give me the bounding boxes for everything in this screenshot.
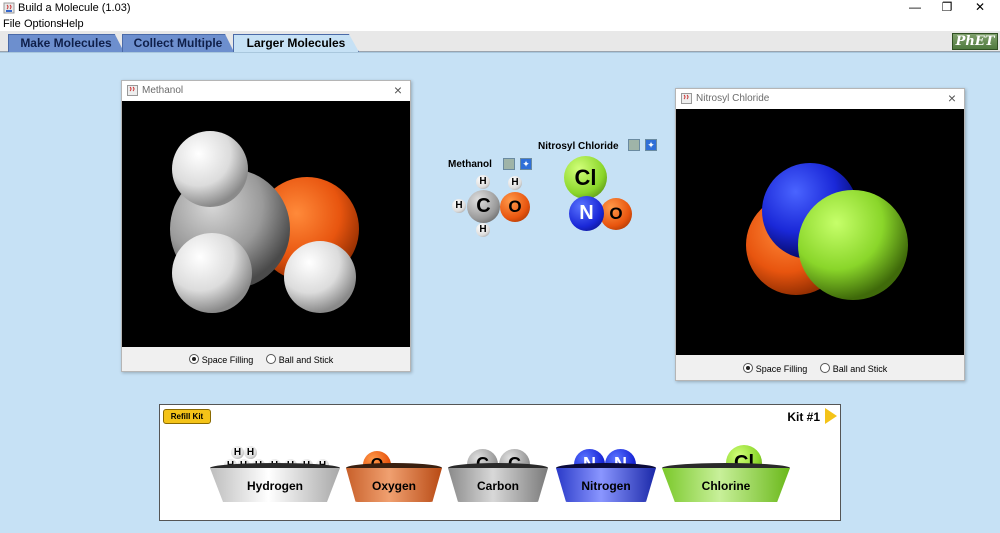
java-app-icon bbox=[3, 2, 15, 14]
carbon-bucket[interactable]: Carbon bbox=[448, 468, 548, 502]
menu-bar: File Options Help bbox=[0, 17, 1000, 31]
hydrogen-atom[interactable]: H bbox=[476, 175, 490, 189]
hydrogen-atom[interactable]: H bbox=[452, 199, 466, 213]
window-title: Build a Molecule (1.03) bbox=[18, 2, 131, 14]
close-button[interactable]: ✕ bbox=[965, 0, 995, 17]
oxygen-atom[interactable]: O bbox=[500, 192, 530, 222]
collected-methanol-label: Methanol bbox=[448, 159, 492, 170]
menu-options[interactable]: Options bbox=[24, 18, 62, 30]
show-3d-button[interactable] bbox=[628, 139, 640, 151]
phet-logo[interactable]: PhET bbox=[952, 33, 998, 50]
space-filling-radio[interactable] bbox=[742, 363, 753, 373]
minimize-button[interactable]: — bbox=[900, 0, 930, 17]
hydrogen-bucket[interactable]: Hydrogen bbox=[210, 468, 340, 502]
viewer-title: Methanol bbox=[142, 85, 184, 96]
hydrogen-atom[interactable]: H bbox=[508, 176, 522, 190]
menu-file[interactable]: File bbox=[3, 18, 21, 30]
ball-and-stick-radio[interactable] bbox=[265, 354, 276, 364]
ball-and-stick-radio[interactable] bbox=[819, 363, 830, 373]
restore-button[interactable]: ❐ bbox=[932, 0, 962, 17]
ball-and-stick-label: Ball and Stick bbox=[278, 355, 334, 365]
nitrogen-atom[interactable]: N bbox=[569, 196, 604, 231]
menu-help[interactable]: Help bbox=[61, 18, 84, 30]
nitrosyl-chloride-3d-viewer: Nitrosyl Chloride × Space Filling Ball a… bbox=[675, 88, 965, 381]
tab-make-molecules[interactable]: Make Molecules bbox=[8, 34, 124, 52]
refill-kit-button[interactable]: Refill Kit bbox=[163, 409, 211, 424]
molecule-3d-canvas[interactable] bbox=[676, 109, 964, 355]
view-mode-radios: Space Filling Ball and Stick bbox=[676, 363, 964, 374]
hydrogen-atom[interactable]: H bbox=[231, 446, 244, 459]
oxygen-bucket[interactable]: Oxygen bbox=[346, 468, 442, 502]
view-mode-radios: Space Filling Ball and Stick bbox=[122, 354, 410, 365]
next-kit-arrow-icon[interactable] bbox=[825, 408, 837, 424]
carbon-atom[interactable]: C bbox=[467, 190, 500, 223]
java-icon bbox=[127, 85, 138, 96]
methanol-3d-viewer: Methanol × Space Filling Ball and Stick bbox=[121, 80, 411, 372]
molecule-3d-canvas[interactable] bbox=[122, 101, 410, 347]
chlorine-bucket[interactable]: Chlorine bbox=[662, 468, 790, 502]
close-icon[interactable]: × bbox=[394, 82, 402, 98]
title-bar: Build a Molecule (1.03) — ❐ ✕ bbox=[0, 0, 1000, 17]
viewer-title-bar: Methanol × bbox=[122, 81, 410, 101]
hydrogen-atom-sphere bbox=[172, 233, 252, 313]
tab-collect-multiple[interactable]: Collect Multiple bbox=[122, 34, 234, 52]
viewer-title: Nitrosyl Chloride bbox=[696, 93, 770, 104]
space-filling-label: Space Filling bbox=[201, 355, 254, 365]
break-apart-button[interactable]: ✦ bbox=[645, 139, 657, 151]
chlorine-atom-sphere bbox=[798, 190, 908, 300]
space-filling-radio[interactable] bbox=[188, 354, 199, 364]
java-icon bbox=[681, 93, 692, 104]
oxygen-atom[interactable]: O bbox=[600, 198, 632, 230]
kit-title: Kit #1 bbox=[787, 410, 820, 424]
kit-panel: Refill Kit Kit #1 H H H H H H H H H Hydr… bbox=[159, 404, 841, 521]
hydrogen-atom-sphere bbox=[172, 131, 248, 207]
tab-larger-molecules[interactable]: Larger Molecules bbox=[233, 34, 359, 52]
show-3d-button[interactable] bbox=[503, 158, 515, 170]
space-filling-label: Space Filling bbox=[755, 364, 808, 374]
viewer-title-bar: Nitrosyl Chloride × bbox=[676, 89, 964, 109]
ball-and-stick-label: Ball and Stick bbox=[832, 364, 888, 374]
nitrogen-bucket[interactable]: Nitrogen bbox=[556, 468, 656, 502]
hydrogen-atom[interactable]: H bbox=[244, 446, 257, 459]
close-icon[interactable]: × bbox=[948, 90, 956, 106]
hydrogen-atom-sphere bbox=[284, 241, 356, 313]
break-apart-button[interactable]: ✦ bbox=[520, 158, 532, 170]
tab-strip: Make Molecules Collect Multiple Larger M… bbox=[0, 31, 1000, 52]
chlorine-atom[interactable]: Cl bbox=[564, 156, 607, 199]
collected-nitrosyl-chloride-label: Nitrosyl Chloride bbox=[538, 141, 619, 152]
hydrogen-atom[interactable]: H bbox=[476, 223, 490, 237]
